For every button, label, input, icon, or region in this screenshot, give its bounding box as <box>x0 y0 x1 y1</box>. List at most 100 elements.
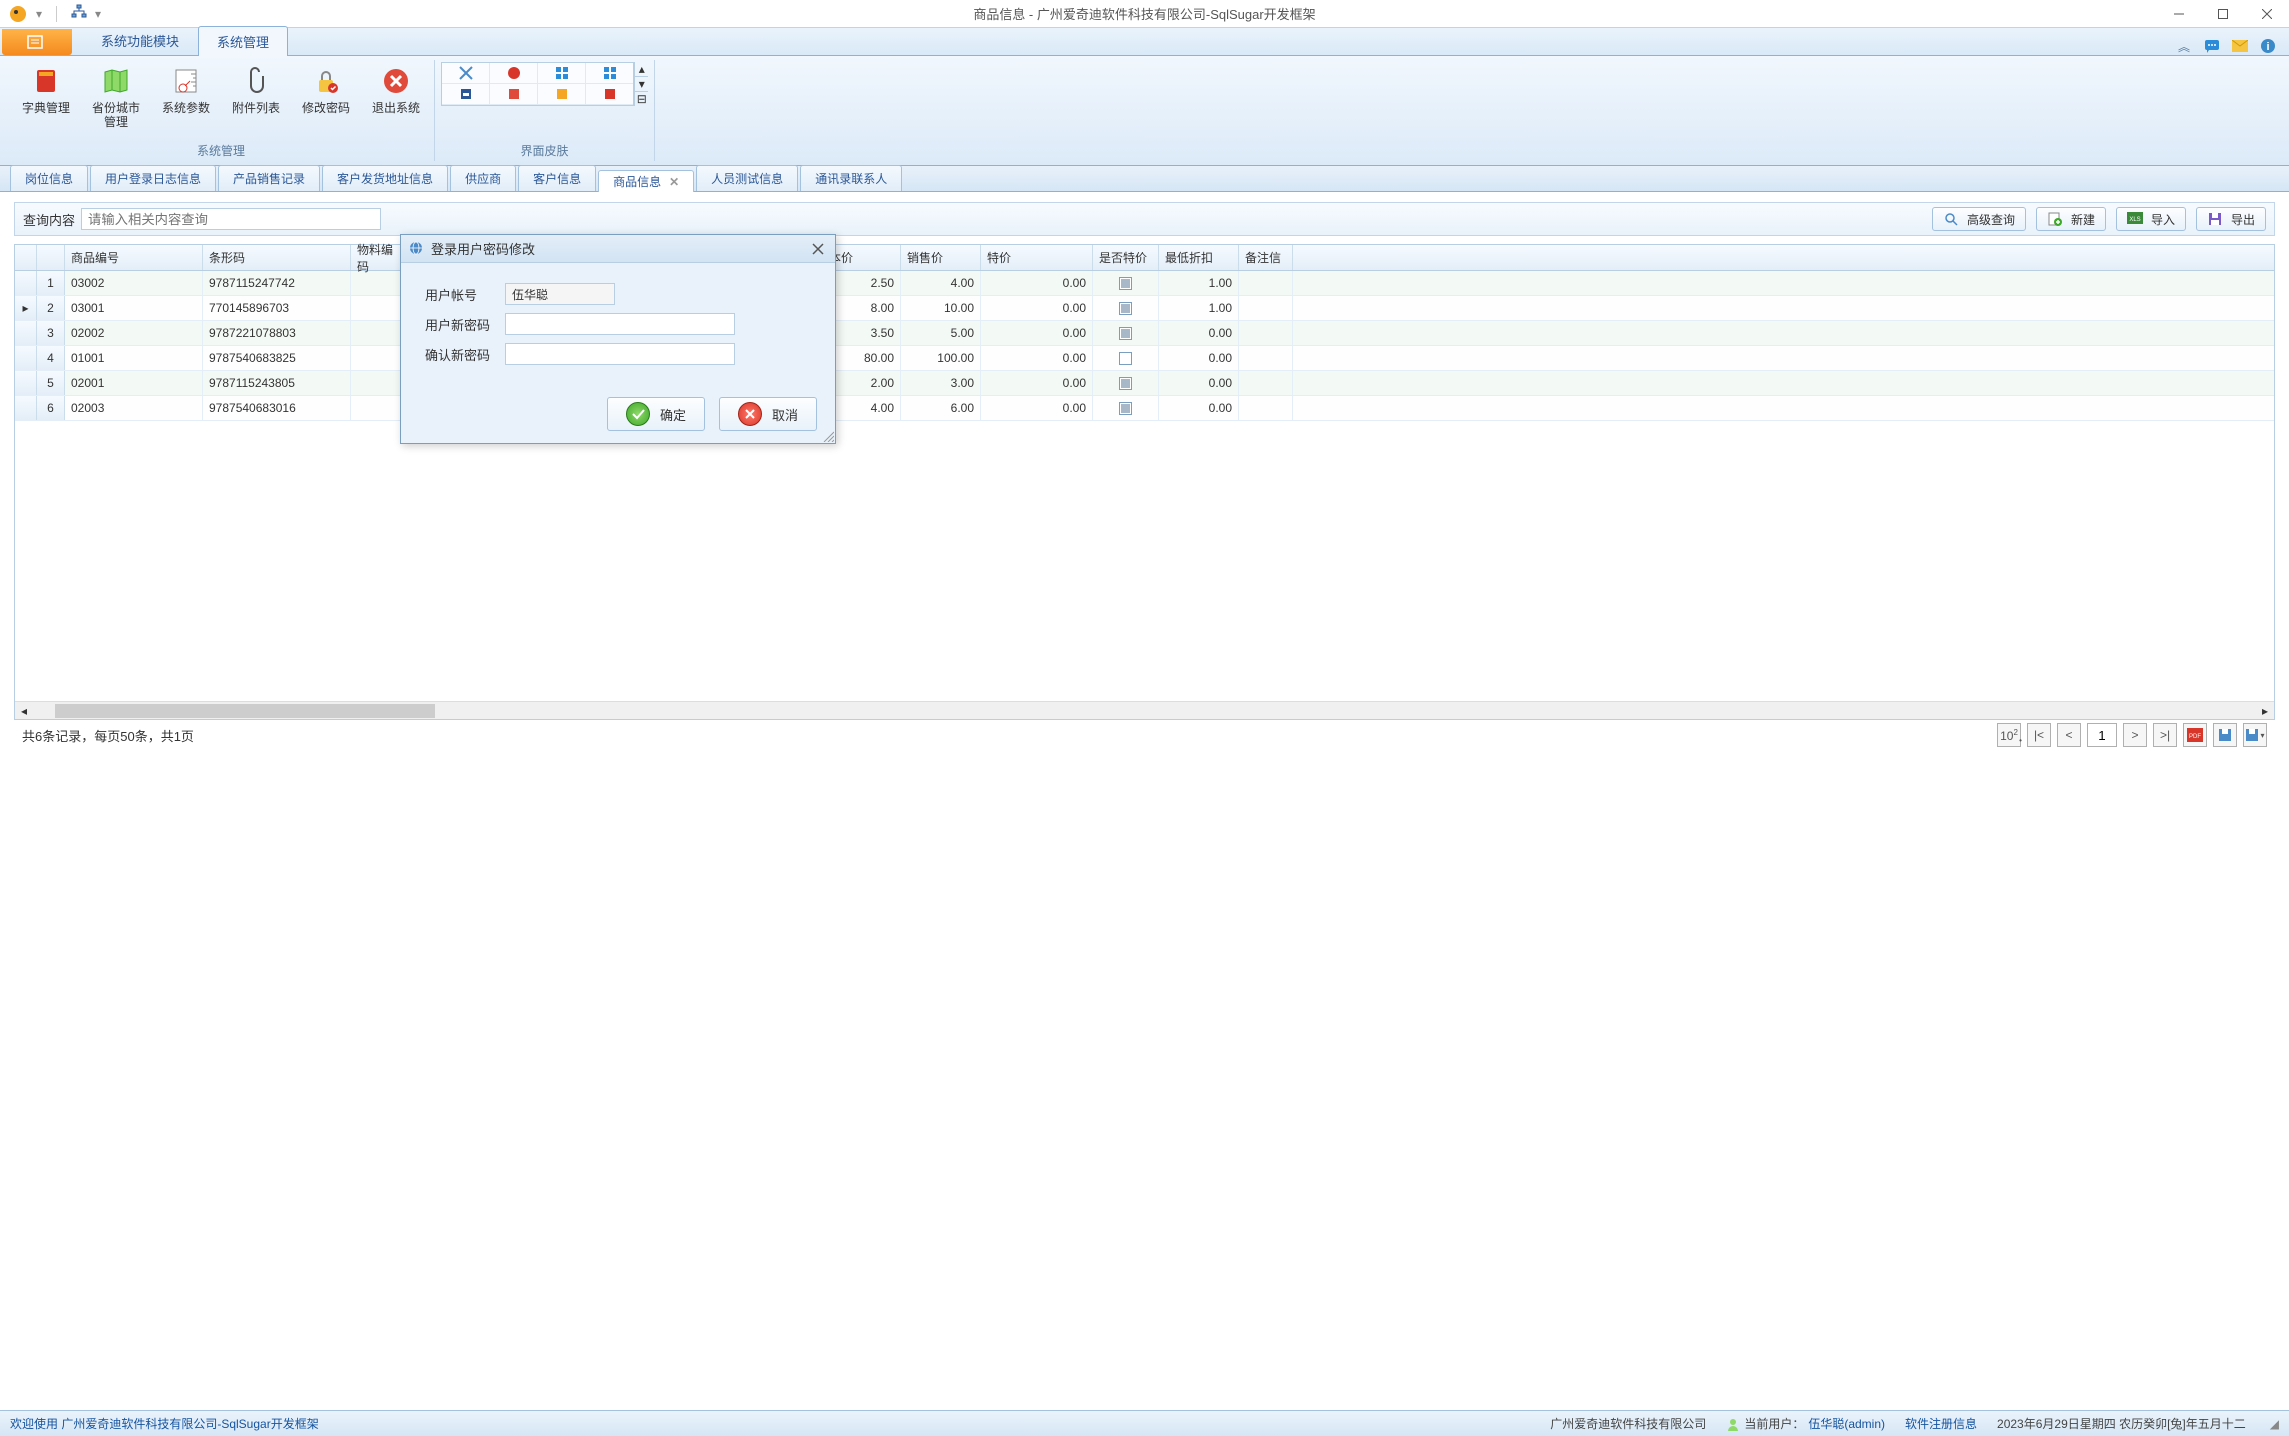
prev-page-button[interactable]: < <box>2057 723 2081 747</box>
dialog-titlebar[interactable]: 登录用户密码修改 <box>401 235 835 263</box>
col-header[interactable]: 备注信 <box>1239 245 1293 270</box>
close-icon[interactable]: ✕ <box>669 175 679 189</box>
confirm-input[interactable] <box>505 343 735 365</box>
page-input[interactable] <box>2087 723 2117 747</box>
status-register-link[interactable]: 软件注册信息 <box>1905 1415 1977 1432</box>
cell: 0.00 <box>981 371 1093 395</box>
dropdown-icon[interactable]: ▾ <box>95 7 101 21</box>
table-row[interactable]: 30200297872210788033.505.000.000.00 <box>15 321 2274 346</box>
collapse-ribbon-icon[interactable]: ︽ <box>2175 37 2193 55</box>
doc-tab[interactable]: 供应商 <box>450 165 516 191</box>
skin-more-button[interactable]: ⊟ <box>635 92 648 106</box>
doc-tab[interactable]: 通讯录联系人 <box>800 165 902 191</box>
scroll-left-icon[interactable]: ◂ <box>15 702 33 720</box>
password-dialog: 登录用户密码修改 用户帐号 伍华聪 用户新密码 确认新密码 <box>400 234 836 444</box>
checkbox-icon[interactable] <box>1119 277 1132 290</box>
cell: 03001 <box>65 296 203 320</box>
search-input[interactable] <box>81 208 381 230</box>
cell <box>1093 346 1159 370</box>
col-header[interactable]: 商品编号 <box>65 245 203 270</box>
status-corner-icon[interactable]: ◢ <box>2270 1417 2279 1431</box>
first-page-button[interactable]: |< <box>2027 723 2051 747</box>
new-button[interactable]: 新建 <box>2036 207 2106 231</box>
row-indicator <box>15 371 37 395</box>
svg-text:i: i <box>2266 41 2269 53</box>
col-header[interactable]: 销售价 <box>901 245 981 270</box>
cell: 0.00 <box>1159 321 1239 345</box>
next-page-button[interactable]: > <box>2123 723 2147 747</box>
ribbon-tab[interactable]: 系统管理 <box>198 26 288 56</box>
ribbon-group-label: 界面皮肤 <box>520 142 568 161</box>
table-row[interactable]: 50200197871152438052.003.000.000.00 <box>15 371 2274 396</box>
h-scrollbar[interactable]: ◂ ▸ <box>15 701 2274 719</box>
doc-tab[interactable]: 用户登录日志信息 <box>90 165 216 191</box>
doc-tab[interactable]: 岗位信息 <box>10 165 88 191</box>
doc-tab[interactable]: 客户信息 <box>518 165 596 191</box>
cell: 10.00 <box>901 296 981 320</box>
ribbon-file-button[interactable] <box>2 29 72 55</box>
window-title: 商品信息 - 广州爱奇迪软件科技有限公司-SqlSugar开发框架 <box>973 4 1315 23</box>
export-button[interactable]: 导出 <box>2196 207 2266 231</box>
ribbon-item-exit[interactable]: 退出系统 <box>364 62 428 118</box>
checkbox-icon[interactable] <box>1119 377 1132 390</box>
ribbon-item-attach[interactable]: 附件列表 <box>224 62 288 118</box>
col-header[interactable]: 特价 <box>981 245 1093 270</box>
advanced-query-button[interactable]: 高级查询 <box>1932 207 2026 231</box>
ribbon-item-params[interactable]: 系统参数 <box>154 62 218 118</box>
mail-icon[interactable] <box>2231 37 2249 55</box>
minimize-button[interactable] <box>2157 0 2201 28</box>
ribbon-item-password[interactable]: 修改密码 <box>294 62 358 118</box>
newpass-input[interactable] <box>505 313 735 335</box>
grid-body: 10300297871152477422.504.000.001.00▸2030… <box>15 271 2274 421</box>
cell: 1.00 <box>1159 271 1239 295</box>
skin-down-button[interactable]: ▾ <box>635 77 648 92</box>
dropdown-icon[interactable]: ▾ <box>36 7 42 21</box>
pagination-row: 共6条记录，每页50条，共1页 102• |< < > >| PDF ▾ <box>14 720 2275 750</box>
doc-tab[interactable]: 客户发货地址信息 <box>322 165 448 191</box>
table-row[interactable]: 401001978754068382580.00100.000.000.00 <box>15 346 2274 371</box>
checkbox-icon[interactable] <box>1119 302 1132 315</box>
save-button[interactable] <box>2213 723 2237 747</box>
ribbon-item-dict[interactable]: 字典管理 <box>14 62 78 118</box>
scroll-right-icon[interactable]: ▸ <box>2256 702 2274 720</box>
table-row[interactable]: 10300297871152477422.504.000.001.00 <box>15 271 2274 296</box>
resize-grip-icon[interactable] <box>822 430 834 442</box>
ribbon-body: 字典管理 省份城市管理 系统参数 附件列表 修改密码 退出系统 <box>0 56 2289 166</box>
username-value: 伍华聪 <box>505 283 615 305</box>
close-button[interactable] <box>2245 0 2289 28</box>
scale-button[interactable]: 102• <box>1997 723 2021 747</box>
checkbox-icon[interactable] <box>1119 327 1132 340</box>
col-header[interactable]: 最低折扣 <box>1159 245 1239 270</box>
checkbox-icon[interactable] <box>1119 402 1132 415</box>
skin-gallery[interactable] <box>441 62 634 106</box>
table-row[interactable]: 60200397875406830164.006.000.000.00 <box>15 396 2274 421</box>
chat-icon[interactable] <box>2203 37 2221 55</box>
ribbon-tab[interactable]: 系统功能模块 <box>82 25 198 55</box>
doc-tab[interactable]: 商品信息✕ <box>598 170 694 192</box>
doc-tab[interactable]: 产品销售记录 <box>218 165 320 191</box>
skin-up-button[interactable]: ▴ <box>635 62 648 77</box>
table-row[interactable]: ▸2030017701458967038.0010.000.001.00 <box>15 296 2274 321</box>
maximize-button[interactable] <box>2201 0 2245 28</box>
doc-tab[interactable]: 人员测试信息 <box>696 165 798 191</box>
import-button[interactable]: XLS 导入 <box>2116 207 2186 231</box>
col-header[interactable]: 是否特价 <box>1093 245 1159 270</box>
dialog-close-button[interactable] <box>809 240 827 258</box>
info-icon[interactable]: i <box>2259 37 2277 55</box>
checkbox-icon[interactable] <box>1119 352 1132 365</box>
ok-button[interactable]: 确定 <box>607 397 705 431</box>
col-header[interactable]: 条形码 <box>203 245 351 270</box>
cell <box>1239 296 1293 320</box>
ribbon-item-city[interactable]: 省份城市管理 <box>84 62 148 133</box>
pdf-export-button[interactable]: PDF <box>2183 723 2207 747</box>
org-chart-icon[interactable] <box>71 4 87 23</box>
ribbon-group-system: 字典管理 省份城市管理 系统参数 附件列表 修改密码 退出系统 <box>8 60 435 161</box>
dialog-title: 登录用户密码修改 <box>431 239 535 258</box>
row-indicator: ▸ <box>15 296 37 320</box>
cancel-button[interactable]: 取消 <box>719 397 817 431</box>
scroll-thumb[interactable] <box>55 704 435 718</box>
last-page-button[interactable]: >| <box>2153 723 2177 747</box>
cell: 4.00 <box>901 271 981 295</box>
save-menu-button[interactable]: ▾ <box>2243 723 2267 747</box>
data-grid: 商品编号 条形码 物料编码 成本价 销售价 特价 是否特价 最低折扣 备注信 1… <box>14 244 2275 720</box>
